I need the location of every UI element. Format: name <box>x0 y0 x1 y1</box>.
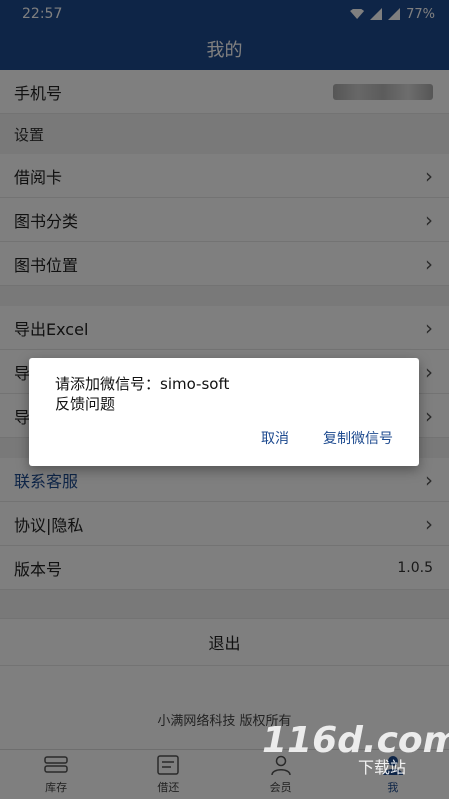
watermark-sub: 下载站 <box>358 758 407 777</box>
wechat-dialog: 请添加微信号：simo-soft 反馈问题 取消 复制微信号 <box>29 358 419 466</box>
dialog-line-1: 请添加微信号：simo-soft <box>55 375 230 393</box>
cancel-button[interactable]: 取消 <box>261 428 289 448</box>
watermark: 116d.com 下载站 <box>262 720 449 778</box>
dialog-line-2: 反馈问题 <box>55 395 116 413</box>
dialog-actions: 取消 复制微信号 <box>261 428 393 448</box>
watermark-brand: 116d.com <box>262 720 449 761</box>
copy-wechat-button[interactable]: 复制微信号 <box>323 428 393 448</box>
dialog-message: 请添加微信号：simo-soft 反馈问题 <box>55 374 229 414</box>
